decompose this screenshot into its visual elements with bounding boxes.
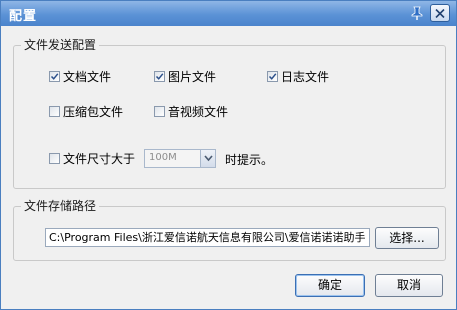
checkbox-box[interactable] xyxy=(267,71,278,82)
checkbox-box[interactable] xyxy=(49,153,60,164)
checkbox-box[interactable] xyxy=(154,106,165,117)
checkbox-size-limit[interactable]: 文件尺寸大于 xyxy=(49,151,135,166)
send-config-legend: 文件发送配置 xyxy=(21,38,100,52)
close-icon xyxy=(435,8,445,19)
checkbox-log-files[interactable]: 日志文件 xyxy=(267,69,329,84)
title-bar[interactable]: 配置 xyxy=(1,1,456,26)
checkbox-label: 文件尺寸大于 xyxy=(63,152,136,166)
cancel-button[interactable]: 取消 xyxy=(375,274,443,297)
storage-path-field[interactable]: C:\Program Files\浙江爱信诺航天信息有限公司\爱信诺诺诺助手 xyxy=(45,228,370,247)
checkbox-label: 图片文件 xyxy=(168,70,217,84)
checkbox-label: 日志文件 xyxy=(281,70,330,84)
checkbox-archive-files[interactable]: 压缩包文件 xyxy=(49,104,123,119)
checkbox-document-files[interactable]: 文档文件 xyxy=(49,69,111,84)
size-limit-select[interactable]: 100M xyxy=(144,149,216,168)
checkbox-image-files[interactable]: 图片文件 xyxy=(154,69,216,84)
size-limit-value: 100M xyxy=(149,152,177,163)
chevron-down-icon[interactable] xyxy=(200,150,215,167)
browse-button[interactable]: 选择... xyxy=(375,227,439,249)
checkbox-box[interactable] xyxy=(154,71,165,82)
pin-icon[interactable] xyxy=(410,6,424,21)
checkbox-label: 压缩包文件 xyxy=(63,105,124,119)
checkbox-box[interactable] xyxy=(49,71,60,82)
ok-button[interactable]: 确定 xyxy=(295,274,365,297)
checkbox-media-files[interactable]: 音视频文件 xyxy=(154,104,228,119)
checkbox-label: 音视频文件 xyxy=(168,105,229,119)
close-button[interactable] xyxy=(430,4,450,22)
storage-path-legend: 文件存储路径 xyxy=(21,199,100,213)
window-title: 配置 xyxy=(9,9,38,24)
config-dialog: 配置 文件发送配置 文档文件 图片文件 日志文件 压缩包文件 音视频文件 文件尺… xyxy=(0,0,457,310)
checkbox-label: 文档文件 xyxy=(63,70,112,84)
size-limit-suffix: 时提示。 xyxy=(225,153,274,167)
checkbox-box[interactable] xyxy=(49,106,60,117)
